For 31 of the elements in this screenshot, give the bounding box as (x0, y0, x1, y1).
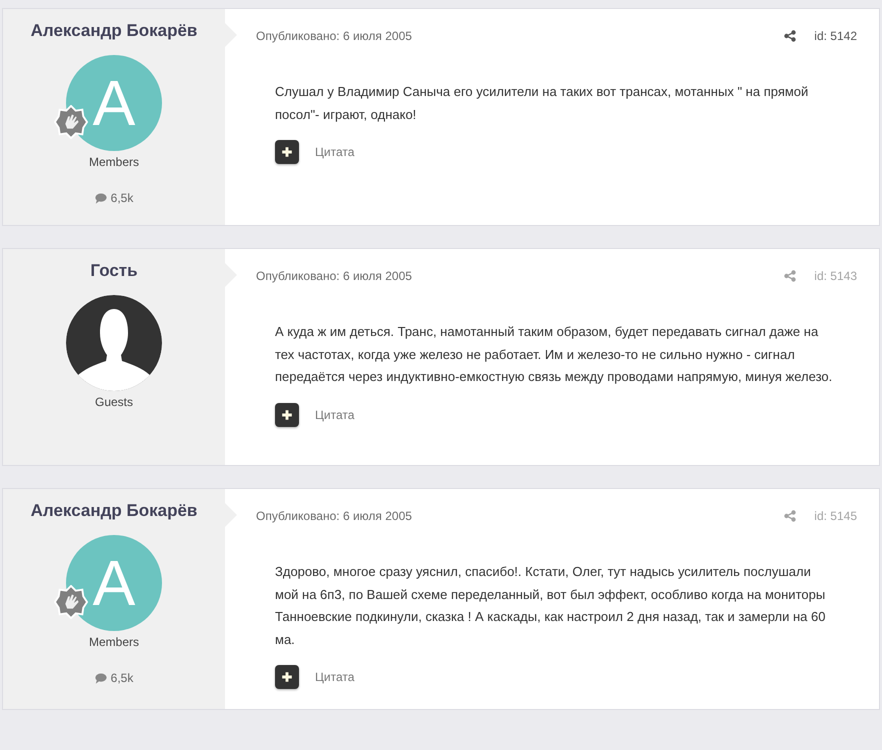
author-name[interactable]: Гость (90, 261, 138, 281)
member-group: Members (88, 155, 139, 169)
multiquote-button[interactable] (275, 402, 299, 426)
avatar-letter: A (92, 551, 136, 615)
post-id[interactable]: id: 5142 (814, 29, 857, 43)
comment-icon (94, 192, 107, 204)
post-date: Опубликовано: 6 июля 2005 (256, 509, 412, 523)
post-count: 6,5k (110, 191, 134, 205)
multiquote-button[interactable] (275, 140, 299, 164)
avatar-letter: A (92, 71, 136, 135)
multiquote-button[interactable] (275, 665, 299, 689)
quote-button[interactable]: Цитата (315, 145, 354, 159)
plus-icon (281, 408, 293, 420)
plus-icon (281, 671, 293, 683)
post-text: Слушал у Владимир Саныча его усилители на таких вот трансах, мотанных " на прямой посол"- играют, однако! (275, 83, 810, 124)
post-id[interactable]: id: 5143 (814, 269, 857, 283)
member-group: Members (88, 635, 139, 649)
author-name[interactable]: Александр Бокарёв (30, 501, 198, 521)
member-group: Guests (94, 395, 133, 409)
quote-button[interactable]: Цитата (315, 670, 354, 684)
post-text: А куда ж им деться. Транс, намотанный таким образом, будет передавать сигнал даже на тех частотах, когда уже железо не работает. Им и железо-то не сильно нужно - сигнал передаётся через индуктивно-емкостную связь между проводами напрямую, минуя железо. (275, 323, 834, 386)
post-text: Здорово, многое сразу уяснил, спасибо!. Кстати, Олег, тут надысь усилитель послушали мой на 6п3, по Вашей схеме переделанный, вот был эффект, особливо когда на мониторы Танноевские подкинули, сказка ! А каскады, как настроил 2 дня назад, так и замерли на 60 ма. (275, 563, 826, 648)
post-date: Опубликовано: 6 июля 2005 (256, 29, 412, 43)
share-icon[interactable] (784, 30, 796, 42)
author-name[interactable]: Александр Бокарёв (30, 21, 198, 41)
plus-icon (281, 146, 293, 158)
post-date: Опубликовано: 6 июля 2005 (256, 269, 412, 283)
post-id[interactable]: id: 5145 (814, 509, 857, 523)
post-count: 6,5k (110, 671, 134, 685)
quote-button[interactable]: Цитата (315, 408, 354, 422)
comment-icon (94, 672, 107, 684)
